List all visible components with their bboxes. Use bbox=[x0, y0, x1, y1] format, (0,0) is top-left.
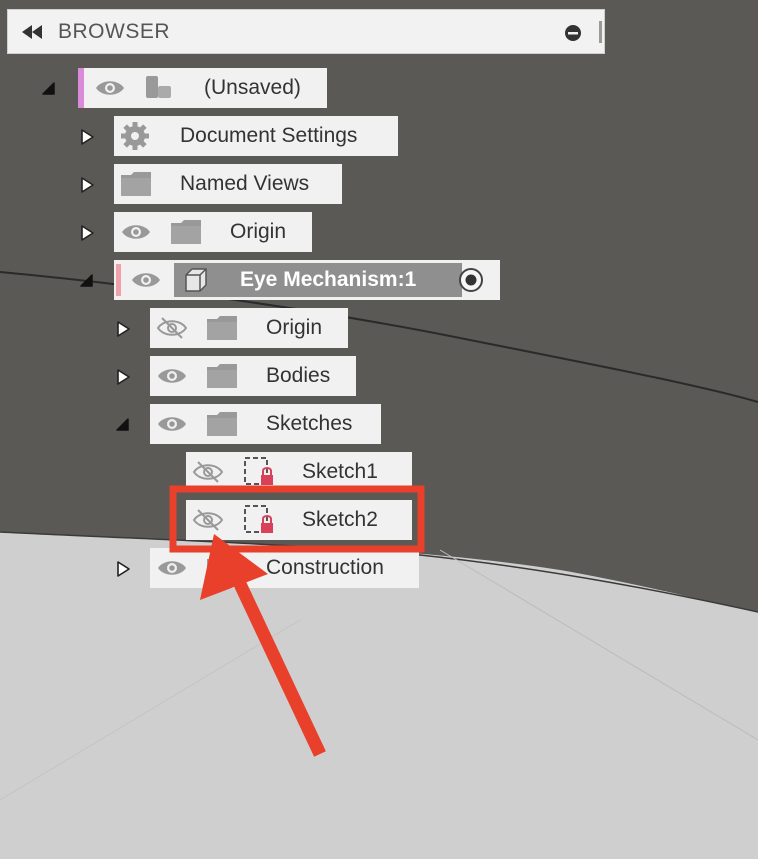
tree-node-label: Origin bbox=[230, 220, 287, 243]
active-component-highlight: Eye Mechanism:1 bbox=[174, 263, 462, 297]
panel-grip-handle[interactable] bbox=[599, 21, 602, 43]
eye-icon[interactable] bbox=[120, 220, 152, 244]
collapsed-triangle-icon[interactable] bbox=[78, 176, 96, 194]
canvas-grid-line bbox=[0, 619, 301, 801]
expanded-triangle-icon[interactable] bbox=[40, 80, 58, 98]
collapsed-triangle-icon[interactable] bbox=[78, 224, 96, 242]
sketch-icon bbox=[244, 457, 273, 485]
tree-node-bodies[interactable]: Bodies bbox=[150, 356, 356, 396]
folder-icon bbox=[121, 172, 151, 196]
tree-node-label: Document Settings bbox=[180, 124, 358, 147]
eye-hidden-icon[interactable] bbox=[156, 316, 188, 340]
tree-node-component-origin[interactable]: Origin bbox=[150, 308, 348, 348]
tree-node-origin[interactable]: Origin bbox=[114, 212, 312, 252]
tree-node-sketch1[interactable]: Sketch1 bbox=[186, 452, 412, 492]
folder-icon bbox=[171, 220, 201, 244]
eye-icon[interactable] bbox=[156, 364, 188, 388]
eye-icon[interactable] bbox=[156, 412, 188, 436]
expanded-triangle-icon[interactable] bbox=[114, 416, 132, 434]
tree-node-sketches[interactable]: Sketches bbox=[150, 404, 381, 444]
tree-node-label: Sketch2 bbox=[302, 508, 378, 531]
eye-icon[interactable] bbox=[156, 556, 188, 580]
folder-icon bbox=[207, 412, 237, 436]
tree-node-label: Construction bbox=[266, 556, 384, 579]
collapsed-triangle-icon[interactable] bbox=[114, 368, 132, 386]
collapsed-triangle-icon[interactable] bbox=[114, 320, 132, 338]
tree-node-label: Sketches bbox=[266, 412, 353, 435]
tree-node-named-views[interactable]: Named Views bbox=[114, 164, 342, 204]
root-accent-bar bbox=[78, 68, 84, 108]
tree-node-label: Sketch1 bbox=[302, 460, 378, 483]
collapsed-triangle-icon[interactable] bbox=[78, 128, 96, 146]
tree-node-eye-mechanism[interactable]: Eye Mechanism:1 bbox=[114, 260, 500, 300]
tree-node-document-settings[interactable]: Document Settings bbox=[114, 116, 398, 156]
eye-hidden-icon[interactable] bbox=[192, 508, 224, 532]
tree-node-label: (Unsaved) bbox=[204, 76, 301, 99]
folder-icon bbox=[207, 316, 237, 340]
component-accent-bar bbox=[116, 264, 121, 296]
tree-node-label: Eye Mechanism:1 bbox=[240, 268, 417, 291]
folder-icon bbox=[207, 556, 237, 580]
browser-title: BROWSER bbox=[58, 20, 171, 43]
tree-node-label: Named Views bbox=[180, 172, 310, 195]
component-box-icon bbox=[185, 268, 207, 292]
sketch-icon bbox=[244, 505, 273, 533]
collapse-panel-icon[interactable] bbox=[20, 24, 46, 40]
component-icon bbox=[146, 76, 171, 98]
eye-icon[interactable] bbox=[130, 268, 162, 292]
pin-icon[interactable] bbox=[564, 24, 582, 42]
tree-node-sketch2[interactable]: Sketch2 bbox=[186, 500, 412, 540]
tree-node-construction[interactable]: Construction bbox=[150, 548, 419, 588]
browser-header: BROWSER bbox=[7, 9, 605, 54]
folder-icon bbox=[207, 364, 237, 388]
tree-node-unsaved[interactable]: (Unsaved) bbox=[78, 68, 327, 108]
expanded-triangle-icon[interactable] bbox=[78, 272, 96, 290]
eye-hidden-icon[interactable] bbox=[192, 460, 224, 484]
tree-node-label: Bodies bbox=[266, 364, 331, 387]
eye-icon[interactable] bbox=[94, 76, 126, 100]
activate-radio-icon[interactable] bbox=[458, 267, 484, 293]
gear-icon bbox=[121, 122, 149, 150]
collapsed-triangle-icon[interactable] bbox=[114, 560, 132, 578]
tree-node-label: Origin bbox=[266, 316, 323, 339]
